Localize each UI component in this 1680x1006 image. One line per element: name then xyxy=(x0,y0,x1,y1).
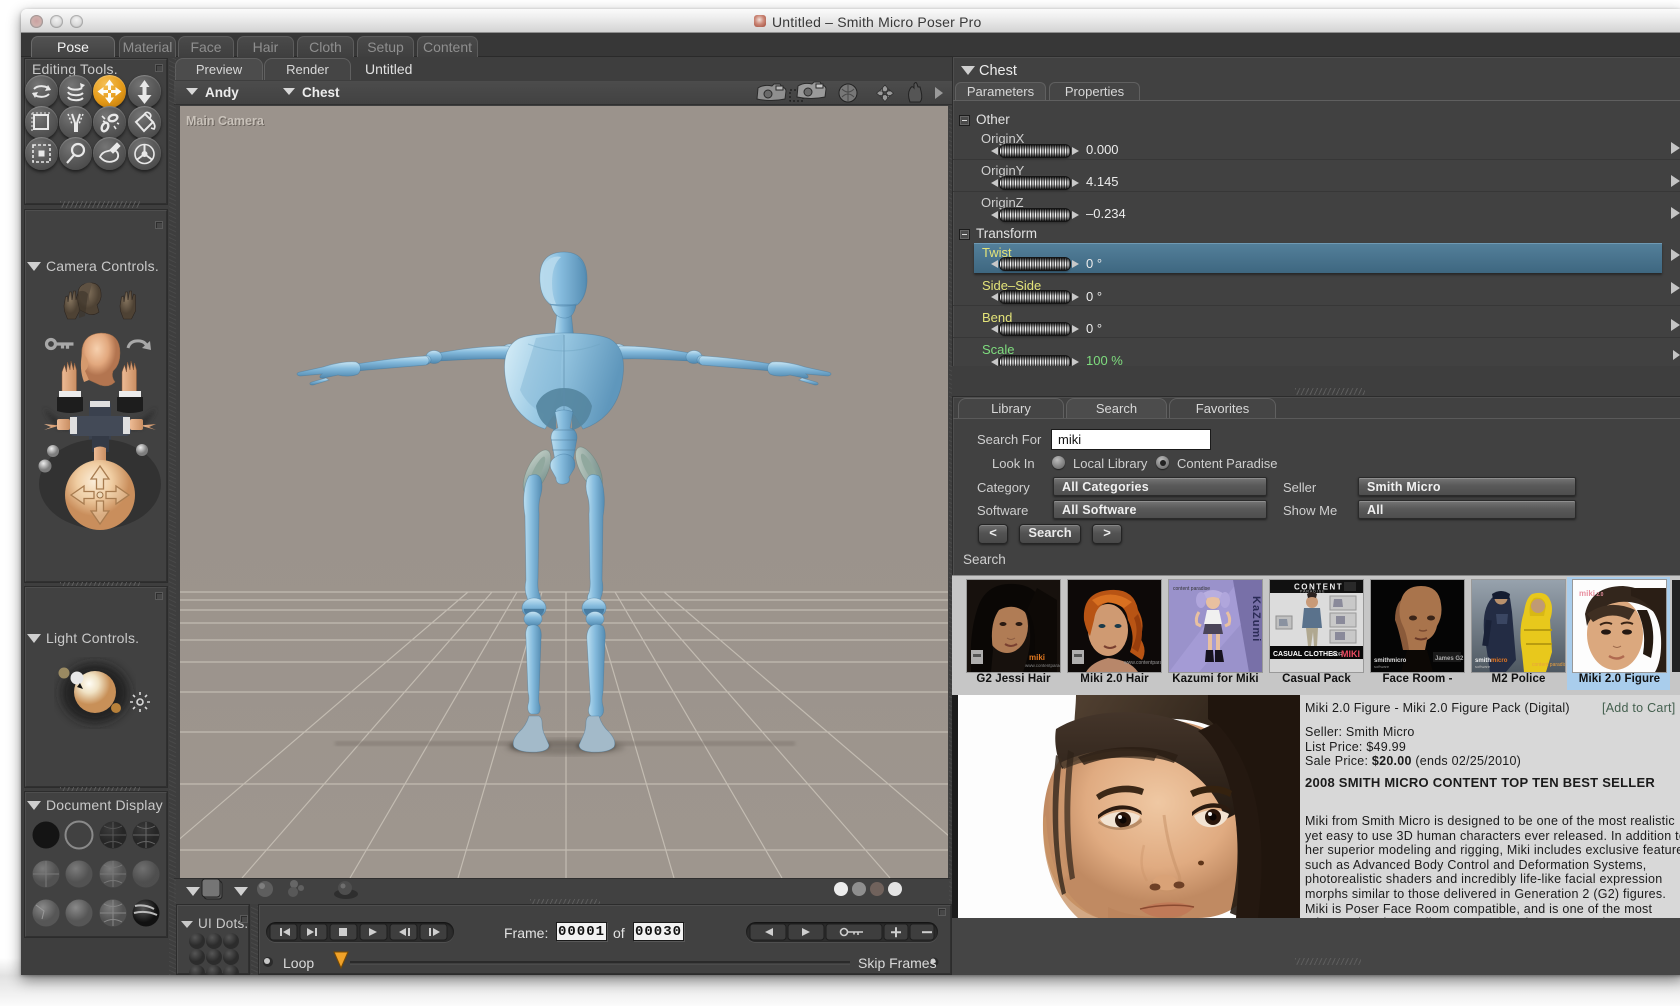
svg-text:miki: miki xyxy=(1029,653,1045,662)
svg-text:content paradise: content paradise xyxy=(1173,586,1210,592)
svg-text:MIKI: MIKI xyxy=(1341,649,1360,659)
svg-text:content paradise: content paradise xyxy=(1532,662,1565,668)
svg-text:KaZumi: KaZumi xyxy=(1250,596,1262,642)
svg-text:software: software xyxy=(1475,664,1491,669)
svg-text:James G2: James G2 xyxy=(1435,656,1464,662)
svg-text:software: software xyxy=(1374,664,1390,669)
svg-text:www.contentparadise.com: www.contentparadise.com xyxy=(1124,660,1161,666)
svg-text:CASUAL CLOTHES: CASUAL CLOTHES xyxy=(1273,651,1338,658)
svg-text:www.contentparadise.com: www.contentparadise.com xyxy=(1025,663,1060,668)
